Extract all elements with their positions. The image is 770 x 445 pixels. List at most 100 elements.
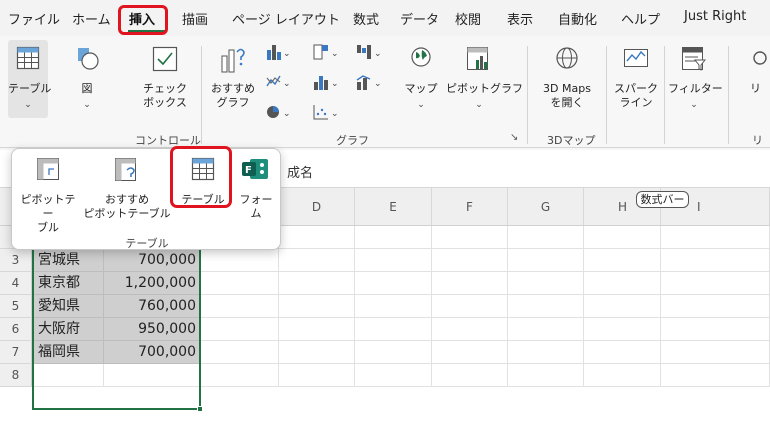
tab-just-right[interactable]: Just Right	[684, 9, 746, 24]
empty-cell[interactable]	[355, 318, 432, 341]
empty-cell[interactable]	[355, 341, 432, 364]
links-button-partial[interactable]: リ	[740, 40, 770, 118]
empty-cell[interactable]	[432, 226, 508, 249]
empty-cell[interactable]	[584, 272, 661, 295]
hierarchy-chart-icon[interactable]: ⌄	[312, 42, 338, 62]
empty-cell[interactable]	[201, 249, 279, 272]
empty-cell[interactable]	[508, 341, 584, 364]
empty-cell[interactable]	[661, 318, 770, 341]
empty-cell[interactable]	[279, 249, 355, 272]
tab-file[interactable]: ファイル	[8, 9, 60, 28]
combo-chart-icon[interactable]: ⌄	[355, 72, 381, 92]
empty-cell[interactable]	[432, 318, 508, 341]
empty-cell[interactable]	[584, 364, 661, 387]
recommended-pivot-table-button[interactable]: おすすめ ピボットテーブル	[82, 155, 172, 231]
empty-cell[interactable]	[584, 226, 661, 249]
scatter-chart-icon[interactable]: ⌄	[312, 102, 338, 122]
empty-cell[interactable]	[355, 272, 432, 295]
pivot-table-button[interactable]: ピボットテー ブル	[16, 155, 80, 234]
prefecture-cell[interactable]	[32, 364, 104, 387]
tab-page-layout[interactable]: ページ レイアウト	[232, 9, 340, 28]
checkbox-button[interactable]: チェック ボックス	[140, 40, 190, 118]
line-chart-icon[interactable]: ⌄	[265, 72, 289, 92]
empty-cell[interactable]	[661, 295, 770, 318]
tab-help[interactable]: ヘルプ	[621, 9, 660, 28]
empty-cell[interactable]	[355, 295, 432, 318]
empty-cell[interactable]	[661, 364, 770, 387]
tab-draw[interactable]: 描画	[182, 9, 208, 28]
empty-cell[interactable]	[355, 364, 432, 387]
empty-cell[interactable]	[584, 249, 661, 272]
tab-data[interactable]: データ	[400, 9, 439, 28]
empty-cell[interactable]	[432, 249, 508, 272]
value-cell[interactable]	[104, 364, 201, 387]
value-cell[interactable]: 760,000	[104, 295, 201, 318]
empty-cell[interactable]	[201, 272, 279, 295]
empty-cell[interactable]	[508, 226, 584, 249]
empty-cell[interactable]	[661, 226, 770, 249]
empty-cell[interactable]	[201, 364, 279, 387]
illustrations-button[interactable]: 図 ⌄	[70, 40, 104, 118]
empty-cell[interactable]	[279, 226, 355, 249]
value-cell[interactable]: 700,000	[104, 249, 201, 272]
map-chart-button[interactable]: マップ ⌄	[402, 40, 440, 118]
tab-home[interactable]: ホーム	[72, 9, 111, 28]
empty-cell[interactable]	[508, 364, 584, 387]
empty-cell[interactable]	[508, 318, 584, 341]
row-header[interactable]: 5	[0, 295, 32, 318]
value-cell[interactable]: 1,200,000	[104, 272, 201, 295]
empty-cell[interactable]	[279, 295, 355, 318]
waterfall-chart-icon[interactable]: ⌄	[355, 42, 381, 62]
empty-cell[interactable]	[201, 295, 279, 318]
empty-cell[interactable]	[355, 249, 432, 272]
pie-chart-icon[interactable]: ⌄	[265, 102, 289, 122]
empty-cell[interactable]	[584, 318, 661, 341]
empty-cell[interactable]	[661, 341, 770, 364]
prefecture-cell[interactable]: 東京都	[32, 272, 104, 295]
row-header[interactable]: 7	[0, 341, 32, 364]
row-header[interactable]: 6	[0, 318, 32, 341]
column-header[interactable]: E	[355, 188, 432, 226]
tab-view[interactable]: 表示	[507, 9, 533, 28]
empty-cell[interactable]	[432, 272, 508, 295]
value-cell[interactable]: 950,000	[104, 318, 201, 341]
recommended-charts-button[interactable]: おすすめ グラフ	[208, 40, 258, 118]
table-ribbon-button[interactable]: テーブル ⌄	[8, 40, 51, 118]
empty-cell[interactable]	[584, 295, 661, 318]
empty-cell[interactable]	[508, 249, 584, 272]
prefecture-cell[interactable]: 愛知県	[32, 295, 104, 318]
empty-cell[interactable]	[508, 295, 584, 318]
column-chart-icon[interactable]: ⌄	[265, 42, 289, 62]
statistic-chart-icon[interactable]: ⌄	[312, 72, 338, 92]
column-header[interactable]: G	[508, 188, 584, 226]
column-header[interactable]: D	[279, 188, 355, 226]
filter-button[interactable]: フィルター ⌄	[668, 40, 723, 118]
dialog-launcher-icon[interactable]: ↘	[510, 132, 518, 143]
empty-cell[interactable]	[201, 341, 279, 364]
forms-button[interactable]: F フォー ム	[234, 155, 278, 231]
tab-review[interactable]: 校閲	[455, 9, 481, 28]
empty-cell[interactable]	[432, 341, 508, 364]
prefecture-cell[interactable]: 福岡県	[32, 341, 104, 364]
empty-cell[interactable]	[355, 226, 432, 249]
row-header[interactable]: 8	[0, 364, 32, 387]
empty-cell[interactable]	[279, 364, 355, 387]
sparkline-button[interactable]: スパーク ライン	[612, 40, 660, 118]
column-header[interactable]: F	[432, 188, 508, 226]
tab-formulas[interactable]: 数式	[353, 9, 379, 28]
empty-cell[interactable]	[661, 272, 770, 295]
tab-automate[interactable]: 自動化	[558, 9, 597, 28]
3d-maps-button[interactable]: 3D Maps を開く	[534, 40, 600, 118]
empty-cell[interactable]	[584, 341, 661, 364]
row-header[interactable]: 3	[0, 249, 32, 272]
empty-cell[interactable]	[201, 318, 279, 341]
prefecture-cell[interactable]: 大阪府	[32, 318, 104, 341]
pivot-chart-button[interactable]: ピボットグラフ ⌄	[446, 40, 523, 118]
empty-cell[interactable]	[432, 295, 508, 318]
value-cell[interactable]: 700,000	[104, 341, 201, 364]
fill-handle[interactable]	[197, 406, 203, 412]
empty-cell[interactable]	[661, 249, 770, 272]
empty-cell[interactable]	[432, 364, 508, 387]
prefecture-cell[interactable]: 宮城県	[32, 249, 104, 272]
empty-cell[interactable]	[508, 272, 584, 295]
